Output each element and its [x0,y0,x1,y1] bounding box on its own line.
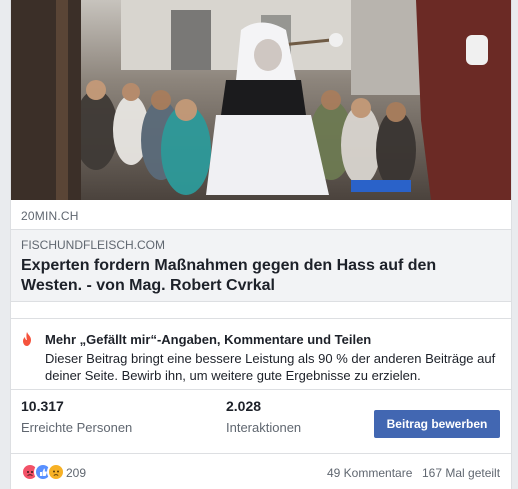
reach-value: 10.317 [21,398,64,414]
sad-reaction-icon [47,463,65,481]
post-footer: 209 49 Kommentare 167 Mal geteilt [11,453,511,489]
flame-icon [23,332,31,346]
public-caning-photo [11,0,511,200]
post-stats: 10.317 Erreichte Personen 2.028 Interakt… [11,398,511,444]
reaction-count[interactable]: 209 [66,466,86,480]
engagement-label: Interaktionen [226,420,302,435]
shares-count[interactable]: 167 Mal geteilt [422,466,500,480]
insight-title: Mehr „Gefällt mir“-Angaben, Kommentare u… [45,332,372,347]
insight-body: Dieser Beitrag bringt eine bessere Leist… [45,351,496,383]
engagement-stat: 2.028 Interaktionen [226,398,301,435]
link-domain: FISCHUNDFLEISCH.COM [21,238,166,252]
boost-post-button[interactable]: Beitrag bewerben [374,410,500,438]
source-bar: 20MIN.CH [11,200,511,230]
reach-stat: 10.317 Erreichte Personen [21,398,132,435]
link-preview[interactable]: FISCHUNDFLEISCH.COM Experten fordern Maß… [11,230,511,302]
post-image[interactable] [11,0,511,200]
link-headline[interactable]: Experten fordern Maßnahmen gegen den Has… [21,256,491,296]
performance-insight: Mehr „Gefällt mir“-Angaben, Kommentare u… [11,318,511,390]
comments-count[interactable]: 49 Kommentare [327,466,412,480]
post-card: 20MIN.CH FISCHUNDFLEISCH.COM Experten fo… [10,0,512,489]
engagement-value: 2.028 [226,398,262,414]
source-label: 20MIN.CH [21,209,79,223]
reach-label: Erreichte Personen [21,420,133,435]
